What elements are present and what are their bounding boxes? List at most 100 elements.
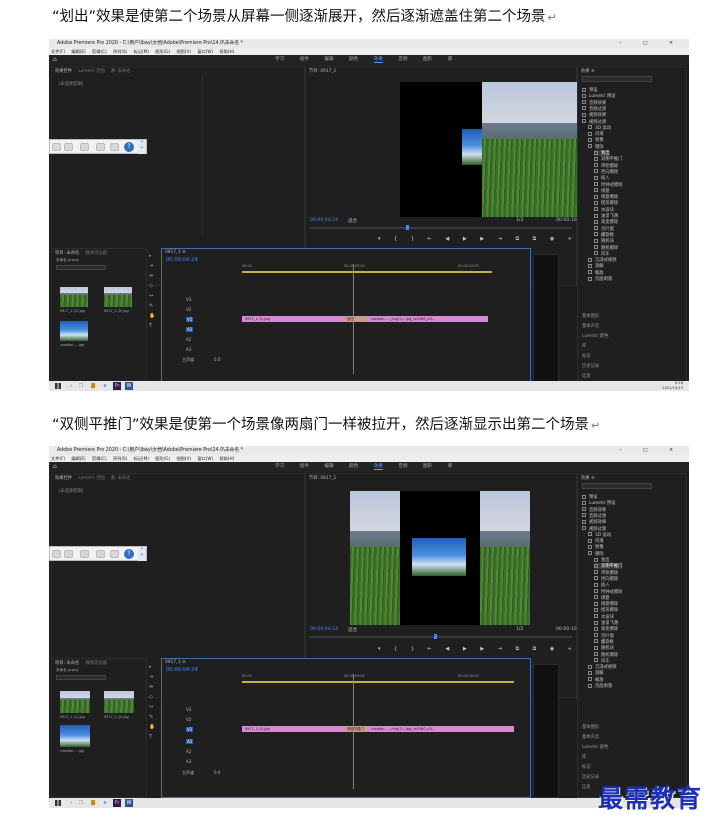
transition-clip[interactable]: 双侧平推门 — [344, 726, 368, 732]
project-thumb-2[interactable] — [104, 287, 132, 307]
side-panel-tab[interactable]: Lumetri 颜色 — [582, 744, 608, 750]
word-icon[interactable]: W — [125, 382, 133, 390]
pen-tool-icon[interactable]: ✎ — [149, 303, 153, 309]
side-panel-tab[interactable]: 信息 — [582, 373, 591, 379]
timeline-playhead[interactable] — [353, 674, 354, 789]
track-a1[interactable]: A1 — [186, 739, 194, 744]
window-controls[interactable]: – □ × — [619, 39, 683, 48]
effects-tree-item[interactable]: 划像 — [588, 137, 604, 143]
effects-tree-item[interactable]: 螺旋框 — [594, 639, 614, 645]
effects-tree-item[interactable]: 插入 — [594, 582, 610, 588]
effects-tree-item[interactable]: 风车 — [594, 658, 610, 664]
menu-view[interactable]: 视图(V) — [176, 456, 191, 461]
effects-tree-item[interactable]: 油漆飞溅 — [594, 213, 618, 219]
edge-icon[interactable]: e — [101, 799, 109, 807]
project-thumb-1[interactable] — [60, 691, 90, 713]
menu-marker[interactable]: 标记(M) — [134, 49, 149, 54]
track-v3[interactable]: V3 — [186, 707, 191, 712]
effects-tree-item[interactable]: 棋盘 — [594, 595, 610, 601]
effects-tree-item[interactable]: 沉浸式视频 — [588, 664, 616, 670]
workspace-learn[interactable]: 学习 — [275, 57, 284, 62]
track-master[interactable]: 主声道 — [182, 357, 194, 363]
toolbar-btn-3[interactable] — [80, 143, 89, 151]
effects-tree-item[interactable]: 楔形擦除 — [594, 607, 618, 613]
effects-tree-item[interactable]: 3D 运动 — [588, 532, 611, 538]
effects-tree-item[interactable]: 划出 — [594, 150, 610, 156]
menu-sequence[interactable]: 序列(S) — [113, 49, 127, 54]
selection-tool-icon[interactable]: ▸ — [149, 253, 152, 259]
effects-tree-item[interactable]: 视频效果 — [582, 112, 606, 118]
project-thumb-3[interactable] — [60, 321, 88, 341]
tab-source[interactable]: 源: 未命名 — [111, 476, 131, 481]
effects-tree-item[interactable]: 油漆飞溅 — [594, 620, 618, 626]
slip-tool-icon[interactable]: ↔ — [149, 704, 153, 710]
toolbar-btn-4[interactable] — [96, 143, 105, 151]
workspace-graphics[interactable]: 图形 — [423, 57, 432, 62]
help-icon[interactable]: ? — [124, 549, 134, 559]
menu-window[interactable]: 窗口(W) — [197, 456, 213, 461]
effects-tree-item[interactable]: 随机块 — [594, 238, 614, 244]
workspace-color[interactable]: 颜色 — [349, 57, 358, 62]
effects-tree-item[interactable]: 缩放 — [588, 677, 604, 683]
effects-tree-item[interactable]: 双侧平推门 — [594, 563, 623, 570]
tab-lumetri-scopes[interactable]: Lumetri 范围 — [78, 69, 104, 74]
toolbar-btn-2[interactable] — [64, 143, 73, 151]
toolbar-btn-2[interactable] — [64, 550, 73, 558]
word-icon[interactable]: W — [125, 799, 133, 807]
effects-tree-item[interactable]: 擦除 — [588, 144, 604, 150]
toolbar-btn-4[interactable] — [96, 550, 105, 558]
scrubber-playhead[interactable] — [406, 225, 409, 230]
tab-program[interactable]: 节目: 0917_1 — [309, 476, 336, 481]
selection-tool-icon[interactable]: ▸ — [149, 664, 152, 670]
menu-graphics[interactable]: 图形(G) — [155, 456, 170, 461]
effects-tree-item[interactable]: 划像 — [588, 544, 604, 550]
side-panel-tab[interactable]: Lumetri 颜色 — [582, 333, 608, 339]
collapse-chevron-icon[interactable]: ⌃ ⌃ — [138, 141, 146, 154]
track-a2[interactable]: A2 — [186, 749, 191, 754]
toolbar-btn-1[interactable] — [52, 550, 61, 558]
razor-tool-icon[interactable]: ◇ — [149, 283, 153, 289]
workspace-assembly[interactable]: 组件 — [300, 464, 309, 469]
effects-tree-item[interactable]: 擦除 — [588, 551, 604, 557]
timeline-playhead[interactable] — [353, 264, 354, 374]
effects-tree-item[interactable]: 棋盘擦除 — [594, 601, 618, 607]
workspace-audio[interactable]: 音频 — [398, 57, 407, 62]
menu-clip[interactable]: 剪辑(C) — [92, 49, 107, 54]
home-icon[interactable]: ⌂ — [53, 463, 57, 470]
workspace-assembly[interactable]: 组件 — [300, 57, 309, 62]
side-panel-tab[interactable]: 基本图形 — [582, 313, 599, 319]
program-timecode[interactable]: 00:00:04:24 — [310, 218, 338, 223]
menu-help[interactable]: 帮助(H) — [219, 456, 234, 461]
collapse-chevron-icon[interactable]: ⌃ ⌃ — [138, 548, 146, 561]
premiere-icon[interactable]: Pr — [113, 799, 121, 807]
side-panel-tab[interactable]: 历史记录 — [582, 363, 599, 369]
workspace-edit[interactable]: 编辑 — [324, 57, 333, 62]
transition-clip[interactable]: 划出 — [344, 316, 368, 322]
menu-file[interactable]: 文件(F) — [51, 49, 65, 54]
scrubber-bar[interactable] — [310, 227, 572, 229]
effects-search-input[interactable] — [582, 76, 652, 82]
workspace-edit[interactable]: 编辑 — [324, 464, 333, 469]
edge-icon[interactable]: e — [101, 382, 109, 390]
workspace-library[interactable]: 库 — [448, 57, 453, 62]
side-panel-tab[interactable]: 历史记录 — [582, 774, 599, 780]
effects-tree-item[interactable]: 预设 — [582, 494, 598, 500]
timeline-timecode[interactable]: 00:00:04:24 — [166, 667, 198, 673]
fit-select[interactable]: 适合 — [348, 218, 357, 224]
project-thumb-1[interactable] — [60, 287, 88, 307]
tab-timeline[interactable]: 0917_1 ≡ — [165, 660, 186, 665]
toolbar-btn-5[interactable] — [110, 143, 119, 151]
work-area-bar[interactable] — [242, 271, 492, 273]
menu-window[interactable]: 窗口(W) — [197, 49, 213, 54]
search-icon[interactable]: ⌕ — [67, 382, 75, 390]
effects-tree-item[interactable]: 音频过渡 — [582, 513, 606, 519]
track-a3[interactable]: A3 — [186, 347, 191, 352]
effects-tree-item[interactable]: 沉浸式视频 — [588, 257, 616, 263]
program-timecode[interactable]: 00:00:04:24 — [310, 627, 338, 632]
work-area-bar[interactable] — [242, 681, 514, 683]
effects-tree-item[interactable]: 风车 — [594, 251, 610, 257]
effects-tree-item[interactable]: Lumetri 预设 — [582, 500, 615, 506]
tab-media-browser[interactable]: 媒体浏览器 — [85, 251, 106, 256]
master-value[interactable]: 0.0 — [214, 770, 220, 775]
quality-select[interactable]: 1/2 — [516, 218, 523, 223]
